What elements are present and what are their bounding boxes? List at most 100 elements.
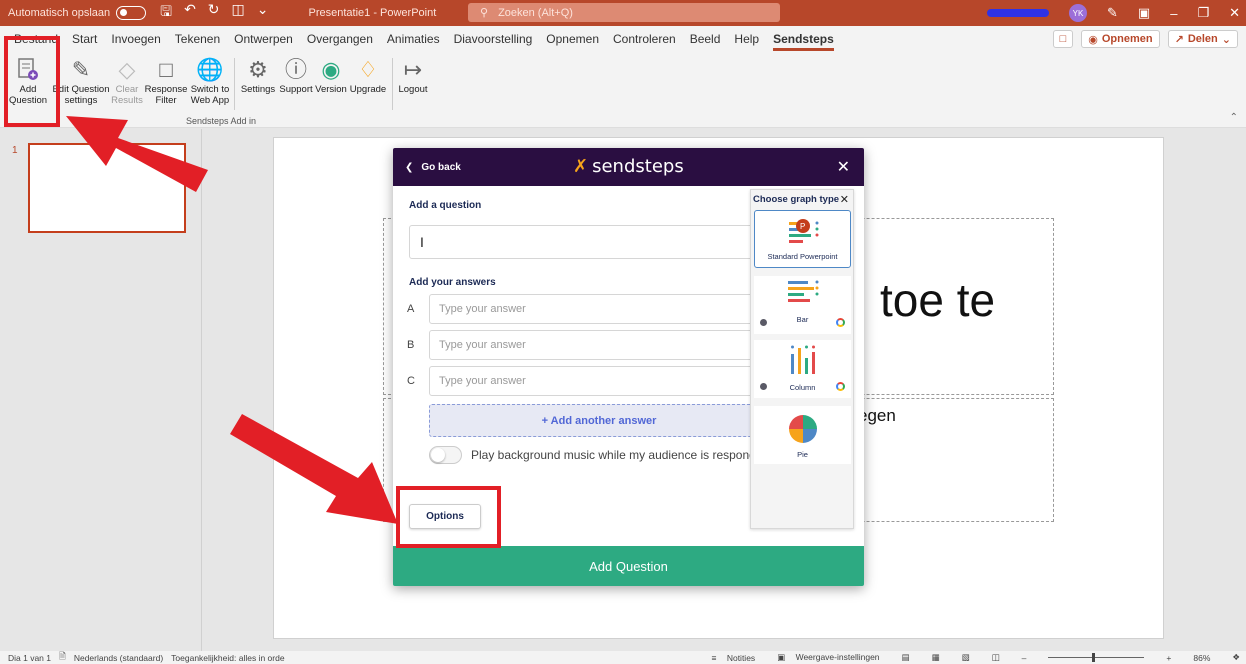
edit-icon: ✎: [71, 56, 91, 82]
tab-opnemen[interactable]: Opnemen: [546, 32, 599, 46]
graph-type-label: Standard Powerpoint: [767, 252, 838, 261]
tab-invoegen[interactable]: Invoegen: [111, 32, 160, 46]
ribbon-display-icon[interactable]: ▣: [1138, 5, 1150, 21]
zoom-in-icon[interactable]: +: [1166, 653, 1171, 663]
spellcheck-icon[interactable]: 🗎: [59, 651, 66, 664]
record-label: Opnemen: [1101, 33, 1153, 45]
support-button[interactable]: ⓘ Support: [278, 54, 314, 95]
graph-type-bar[interactable]: Bar: [754, 276, 851, 334]
dialog-close-icon[interactable]: ✕: [837, 157, 850, 177]
background-music-label: Play background music while my audience …: [471, 448, 772, 462]
share-label: Delen: [1187, 33, 1218, 45]
tab-animaties[interactable]: Animaties: [387, 32, 440, 46]
help-icon: ⓘ: [284, 56, 307, 82]
zoom-level[interactable]: 86%: [1193, 653, 1210, 663]
answer-input-a[interactable]: Type your answer: [429, 294, 769, 324]
reading-view-icon[interactable]: ▧: [962, 652, 970, 663]
view-settings-button[interactable]: ▣ Weergave-instellingen: [777, 652, 879, 663]
zoom-out-icon[interactable]: –: [1022, 653, 1027, 663]
edit-question-settings-button[interactable]: ✎ Edit Question settings: [52, 54, 110, 106]
support-label: Support: [279, 84, 313, 95]
graph-type-standard-powerpoint[interactable]: P Standard Powerpoint: [754, 210, 851, 268]
graph-type-label: Bar: [796, 315, 809, 324]
settings-button[interactable]: ⚙ Settings: [238, 54, 278, 95]
tab-controleren[interactable]: Controleren: [613, 32, 676, 46]
avatar[interactable]: YK: [1069, 4, 1087, 22]
graph-type-pie[interactable]: Pie: [754, 406, 851, 464]
autosave-toggle[interactable]: Automatisch opslaan: [8, 6, 147, 20]
go-back-button[interactable]: ❮ Go back: [405, 162, 461, 173]
tab-ontwerpen[interactable]: Ontwerpen: [234, 32, 293, 46]
tab-help[interactable]: Help: [734, 32, 759, 46]
redo-icon[interactable]: ↻: [208, 1, 220, 25]
diamond-icon: ♢: [358, 56, 378, 82]
logout-button[interactable]: ↦ Logout: [396, 54, 430, 95]
graph-type-column[interactable]: Column: [754, 340, 851, 398]
go-back-label: Go back: [421, 161, 461, 173]
tab-diavoorstelling[interactable]: Diavoorstelling: [454, 32, 533, 46]
annotation-box-add-question: [4, 36, 60, 127]
switch-to-web-app-button[interactable]: 🌐 Switch to Web App: [188, 54, 232, 106]
zoom-slider[interactable]: [1048, 653, 1145, 662]
answers-heading: Add your answers: [409, 277, 496, 288]
tab-start[interactable]: Start: [72, 32, 97, 46]
slide-sorter-icon[interactable]: ▦: [932, 652, 940, 663]
background-music-toggle[interactable]: [429, 446, 462, 464]
answer-letter: B: [407, 339, 415, 351]
answer-input-c[interactable]: Type your answer: [429, 366, 769, 396]
status-bar: Dia 1 van 1 🗎 Nederlands (standaard) Toe…: [0, 651, 1246, 664]
tab-beeld[interactable]: Beeld: [690, 32, 721, 46]
minimize-icon[interactable]: –: [1170, 6, 1177, 21]
response-filter-button[interactable]: □ Response Filter: [144, 54, 188, 106]
add-another-answer-button[interactable]: + Add another answer: [429, 404, 769, 437]
upgrade-button[interactable]: ♢ Upgrade: [348, 54, 388, 95]
language-status[interactable]: Nederlands (standaard): [74, 653, 163, 663]
slide-title-text: toe te: [880, 274, 996, 326]
notes-button[interactable]: ≡ Notities: [712, 653, 756, 663]
answer-row-b: B Type your answer: [407, 330, 769, 360]
tab-sendsteps[interactable]: Sendsteps: [773, 32, 834, 51]
response-filter-label1: Response: [144, 84, 188, 95]
present-icon[interactable]: ◫: [232, 1, 245, 25]
version-icon: ◉: [321, 56, 341, 82]
column-chart-icon: [791, 345, 815, 374]
background-music-option: Play background music while my audience …: [429, 446, 772, 464]
notes-label: Notities: [726, 652, 756, 663]
record-button[interactable]: ◉ Opnemen: [1081, 30, 1160, 48]
globe-icon: 🌐: [196, 56, 224, 82]
search-box[interactable]: ⚲ Zoeken (Alt+Q): [468, 3, 780, 22]
pen-icon[interactable]: ✎: [1107, 5, 1118, 21]
eraser-icon: ◇: [118, 56, 136, 82]
annotation-arrow-add-question: [66, 116, 208, 192]
fit-slide-icon[interactable]: ❖: [1232, 652, 1240, 663]
clear-results-button[interactable]: ◇ Clear Results: [110, 54, 144, 106]
tab-tekenen[interactable]: Tekenen: [175, 32, 220, 46]
svg-text:P: P: [800, 222, 805, 231]
customize-icon[interactable]: ⌄: [257, 1, 269, 25]
autosave-switch[interactable]: [116, 6, 147, 20]
annotation-arrow-options: [230, 414, 398, 524]
slide-info: Dia 1 van 1: [8, 652, 51, 663]
version-button[interactable]: ◉ Version: [314, 54, 348, 95]
answer-letter: C: [407, 375, 415, 387]
slideshow-icon[interactable]: ◫: [992, 652, 1000, 663]
pie-chart-icon: [789, 415, 817, 443]
question-input[interactable]: I: [409, 225, 761, 259]
tab-overgangen[interactable]: Overgangen: [307, 32, 373, 46]
collapse-ribbon-icon[interactable]: ⌃: [1230, 112, 1238, 123]
add-question-submit-button[interactable]: Add Question: [393, 546, 864, 586]
search-placeholder: Zoeken (Alt+Q): [498, 6, 573, 19]
answer-input-b[interactable]: Type your answer: [429, 330, 769, 360]
close-icon[interactable]: ✕: [1229, 5, 1240, 21]
save-icon[interactable]: 🖫: [160, 1, 172, 25]
share-button[interactable]: ↗ Delen ⌄: [1167, 30, 1238, 48]
normal-view-icon[interactable]: ▤: [902, 652, 910, 663]
annotation-box-options: [396, 486, 501, 548]
undo-icon[interactable]: ↶: [184, 1, 196, 25]
answer-row-a: A Type your answer: [407, 294, 769, 324]
maximize-icon[interactable]: ❐: [1197, 5, 1209, 21]
graph-panel-close-icon[interactable]: ✕: [840, 193, 849, 206]
sendsteps-logo-text: sendsteps: [592, 156, 684, 177]
comments-button[interactable]: □: [1052, 30, 1074, 48]
accessibility-status[interactable]: Toegankelijkheid: alles in orde: [171, 653, 284, 663]
